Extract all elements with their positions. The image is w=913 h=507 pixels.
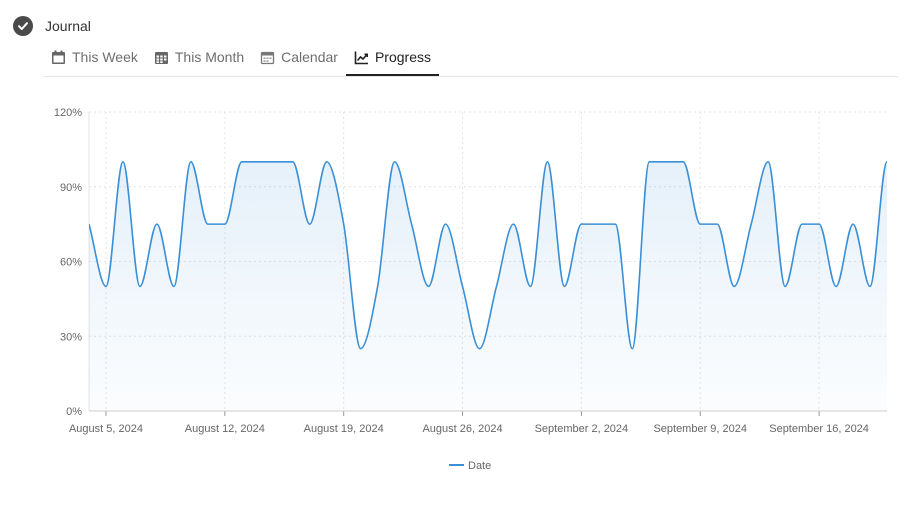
progress-chart: 0% 30% 60% 90% 120% August 5, 2024 August 12, … <box>54 107 887 472</box>
x-tick-label: August 19, 2024 <box>304 423 384 435</box>
y-tick-label: 60% <box>60 257 82 269</box>
y-tick-label: 90% <box>60 182 82 194</box>
x-tick-label: August 12, 2024 <box>185 423 265 435</box>
chart-legend: Date <box>449 460 491 472</box>
x-tick-label: August 26, 2024 <box>422 423 502 435</box>
y-tick-label: 120% <box>54 107 82 119</box>
x-tick-label: September 9, 2024 <box>653 423 747 435</box>
legend-label[interactable]: Date <box>468 460 491 472</box>
y-tick-label: 30% <box>60 331 82 343</box>
chart-series <box>89 161 887 411</box>
x-tick-label: August 5, 2024 <box>69 423 143 435</box>
y-tick-label: 0% <box>66 406 82 418</box>
x-tick-label: September 16, 2024 <box>769 423 869 435</box>
x-tick-label: September 2, 2024 <box>535 423 629 435</box>
